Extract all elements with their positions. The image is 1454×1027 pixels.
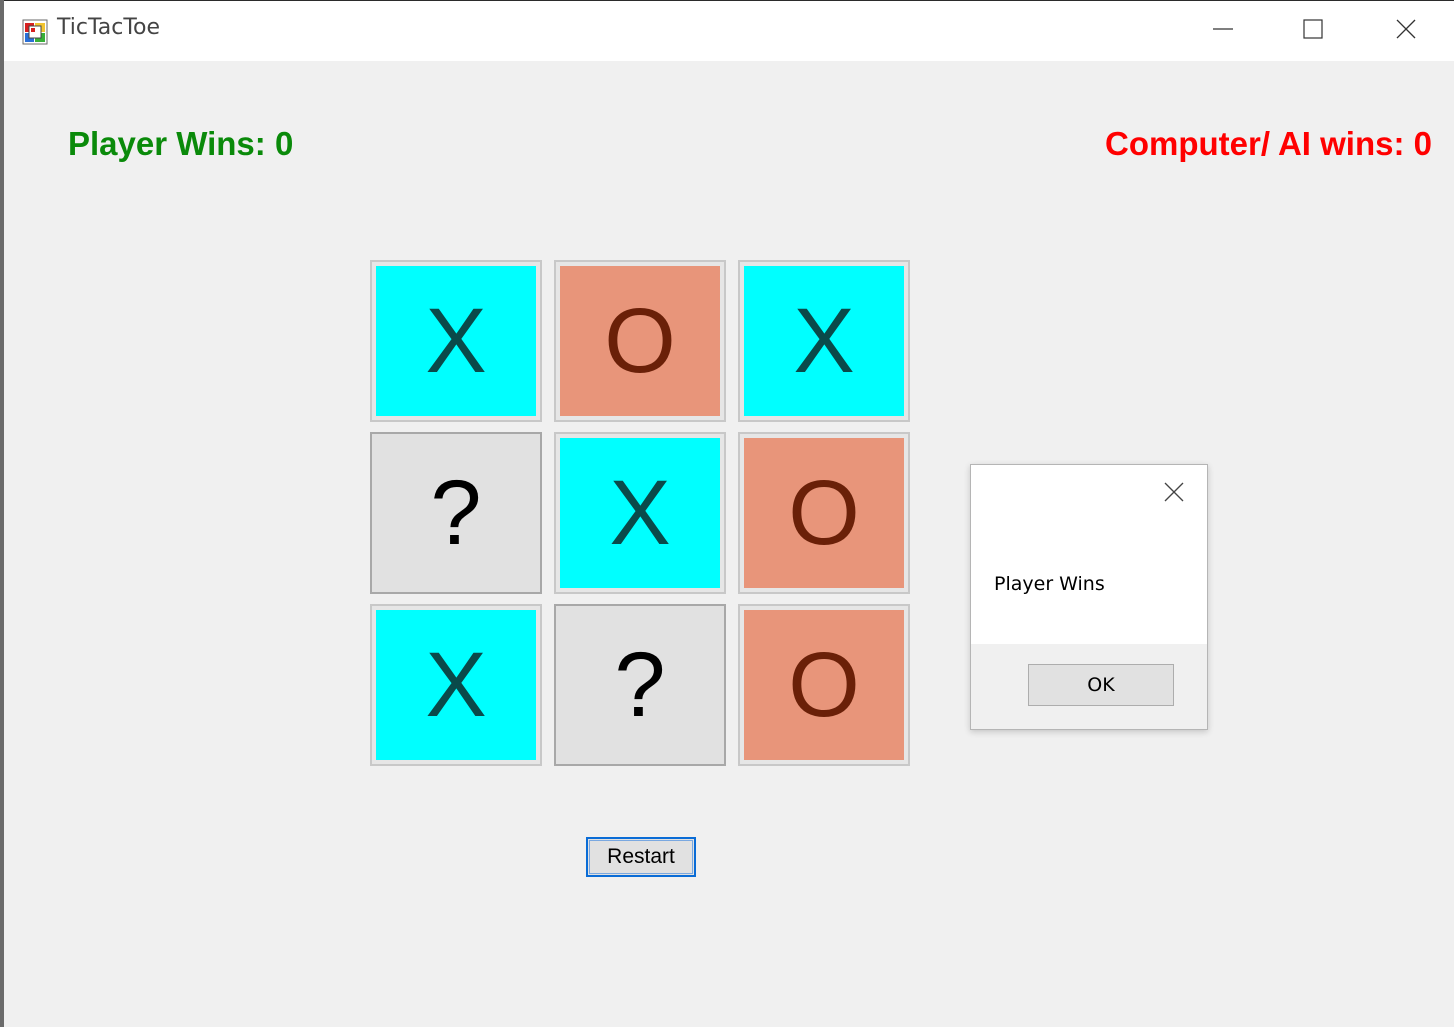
- board-cell[interactable]: ?: [370, 432, 542, 594]
- title-bar: TicTacToe: [4, 1, 1454, 61]
- window-title: TicTacToe: [57, 15, 161, 40]
- player-score-label: Player Wins: 0: [68, 125, 294, 162]
- cell-mark: X: [376, 610, 536, 760]
- close-icon: [1162, 480, 1186, 508]
- focus-ring: [589, 840, 693, 874]
- cell-mark: O: [744, 610, 904, 760]
- cell-mark: X: [376, 266, 536, 416]
- cell-mark: ?: [376, 438, 536, 588]
- dialog-message: Player Wins: [994, 573, 1105, 595]
- board-cell[interactable]: X: [370, 260, 542, 422]
- board-cell[interactable]: O: [554, 260, 726, 422]
- message-box-dialog: Player Wins OK: [970, 464, 1208, 730]
- cell-mark: X: [560, 438, 720, 588]
- computer-score-label: Computer/ AI wins: 0: [1105, 125, 1432, 162]
- close-icon: [1395, 18, 1417, 44]
- cell-mark: X: [744, 266, 904, 416]
- minimize-button[interactable]: [1178, 1, 1268, 61]
- minimize-icon: [1212, 18, 1234, 44]
- dialog-close-button[interactable]: [1161, 481, 1187, 507]
- maximize-button[interactable]: [1268, 1, 1358, 61]
- board-cell[interactable]: O: [738, 604, 910, 766]
- restart-button[interactable]: Restart: [586, 837, 696, 877]
- close-button[interactable]: [1361, 1, 1451, 61]
- dialog-footer: OK: [971, 644, 1207, 729]
- ok-button[interactable]: OK: [1028, 664, 1174, 706]
- cell-mark: O: [560, 266, 720, 416]
- board-cell[interactable]: ?: [554, 604, 726, 766]
- board-cell[interactable]: X: [738, 260, 910, 422]
- board-cell[interactable]: O: [738, 432, 910, 594]
- app-window-icon: [22, 19, 48, 45]
- game-board: X O X ? X O X ? O: [370, 260, 910, 766]
- tictactoe-window: TicTacToe Player Wins: 0 Computer/ AI wi…: [4, 0, 1454, 1027]
- cell-mark: O: [744, 438, 904, 588]
- board-cell[interactable]: X: [370, 604, 542, 766]
- cell-mark: ?: [560, 610, 720, 760]
- board-cell[interactable]: X: [554, 432, 726, 594]
- maximize-icon: [1302, 18, 1324, 44]
